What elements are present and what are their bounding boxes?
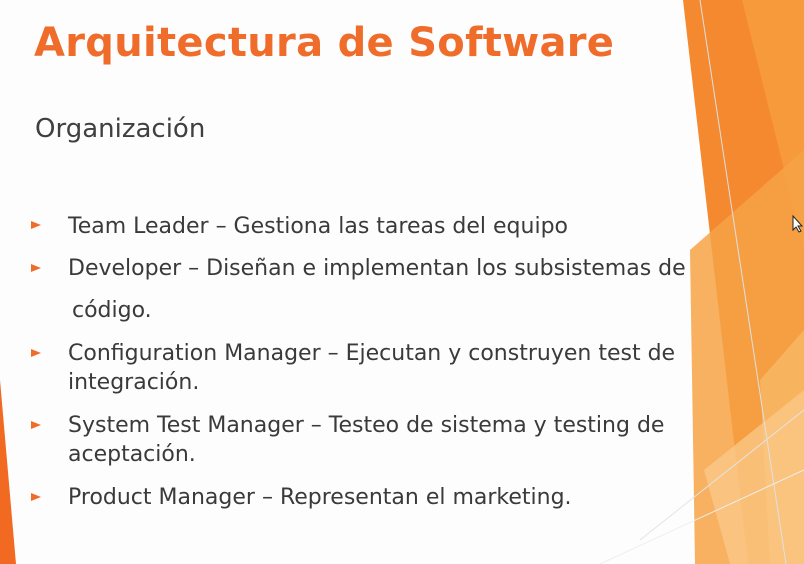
bullet-text: código.	[72, 298, 152, 323]
bullet-text: Developer – Diseñan e implementan los su…	[68, 256, 686, 281]
bullet-arrow-icon	[31, 421, 41, 429]
bullet-arrow-icon	[31, 221, 41, 229]
bullet-text: Configuration Manager – Ejecutan y const…	[68, 341, 676, 395]
bullet-arrow-icon	[31, 264, 41, 272]
bullet-text: System Test Manager – Testeo de sistema …	[68, 413, 665, 467]
bullet-text: Team Leader – Gestiona las tareas del eq…	[68, 214, 568, 239]
bullet-text: Product Manager – Representan el marketi…	[68, 485, 572, 510]
bullet-list: Team Leader – Gestiona las tareas del eq…	[0, 0, 700, 564]
mouse-pointer-icon	[792, 215, 804, 233]
bullet-arrow-icon	[31, 493, 41, 501]
bullet-arrow-icon	[31, 349, 41, 357]
slide: Arquitectura de Software Organización Te…	[0, 0, 804, 564]
